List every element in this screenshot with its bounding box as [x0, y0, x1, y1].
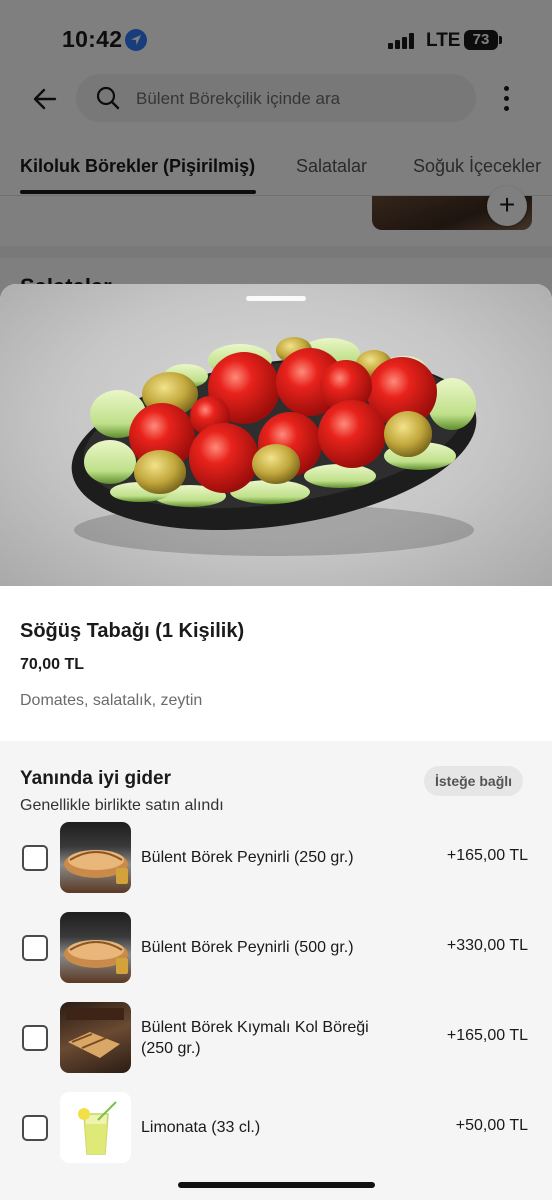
- borek-thumbnail: [60, 822, 131, 893]
- addon-name: Bülent Börek Peynirli (250 gr.): [141, 849, 354, 866]
- addon-option[interactable]: Bülent Börek Peynirli (250 gr.) +165,00 …: [0, 822, 552, 894]
- optional-badge: İsteğe bağlı: [424, 766, 524, 796]
- product-title: Söğüş Tabağı (1 Kişilik): [20, 620, 245, 642]
- kol-boregi-thumbnail: [60, 1002, 131, 1073]
- addon-price: +330,00 TL: [446, 937, 528, 954]
- addon-price: +165,00 TL: [446, 1027, 528, 1044]
- addon-price: +165,00 TL: [446, 847, 528, 864]
- product-info: Söğüş Tabağı (1 Kişilik) 70,00 TL Domate…: [0, 586, 552, 741]
- lemonade-thumbnail: [60, 1092, 131, 1163]
- addon-price: +50,00 TL: [455, 1117, 528, 1134]
- addons-title: Yanında iyi gider: [20, 768, 171, 789]
- addon-checkbox[interactable]: [22, 935, 48, 961]
- product-image: [0, 284, 552, 586]
- product-description: Domates, salatalık, zeytin: [20, 692, 203, 709]
- borek-thumbnail: [60, 912, 131, 983]
- addons-subtitle: Genellikle birlikte satın alındı: [20, 797, 224, 814]
- product-detail-sheet: Söğüş Tabağı (1 Kişilik) 70,00 TL Domate…: [0, 284, 552, 1200]
- addon-option[interactable]: Bülent Börek Kıymalı Kol Böreği (250 gr.…: [0, 1002, 552, 1074]
- addon-checkbox[interactable]: [22, 845, 48, 871]
- addons-section: Yanında iyi gider İsteğe bağlı Genellikl…: [0, 741, 552, 1200]
- product-price: 70,00 TL: [20, 656, 85, 673]
- addon-checkbox[interactable]: [22, 1025, 48, 1051]
- home-indicator: [178, 1182, 375, 1188]
- addon-checkbox[interactable]: [22, 1115, 48, 1141]
- addon-option[interactable]: Limonata (33 cl.) +50,00 TL: [0, 1092, 552, 1164]
- addon-name: Bülent Börek Peynirli (500 gr.): [141, 939, 354, 956]
- sheet-grabber[interactable]: [246, 296, 306, 301]
- addon-option[interactable]: Bülent Börek Peynirli (500 gr.) +330,00 …: [0, 912, 552, 984]
- addon-name: Bülent Börek Kıymalı Kol Böreği (250 gr.…: [141, 1019, 369, 1057]
- addon-name: Limonata (33 cl.): [141, 1119, 261, 1136]
